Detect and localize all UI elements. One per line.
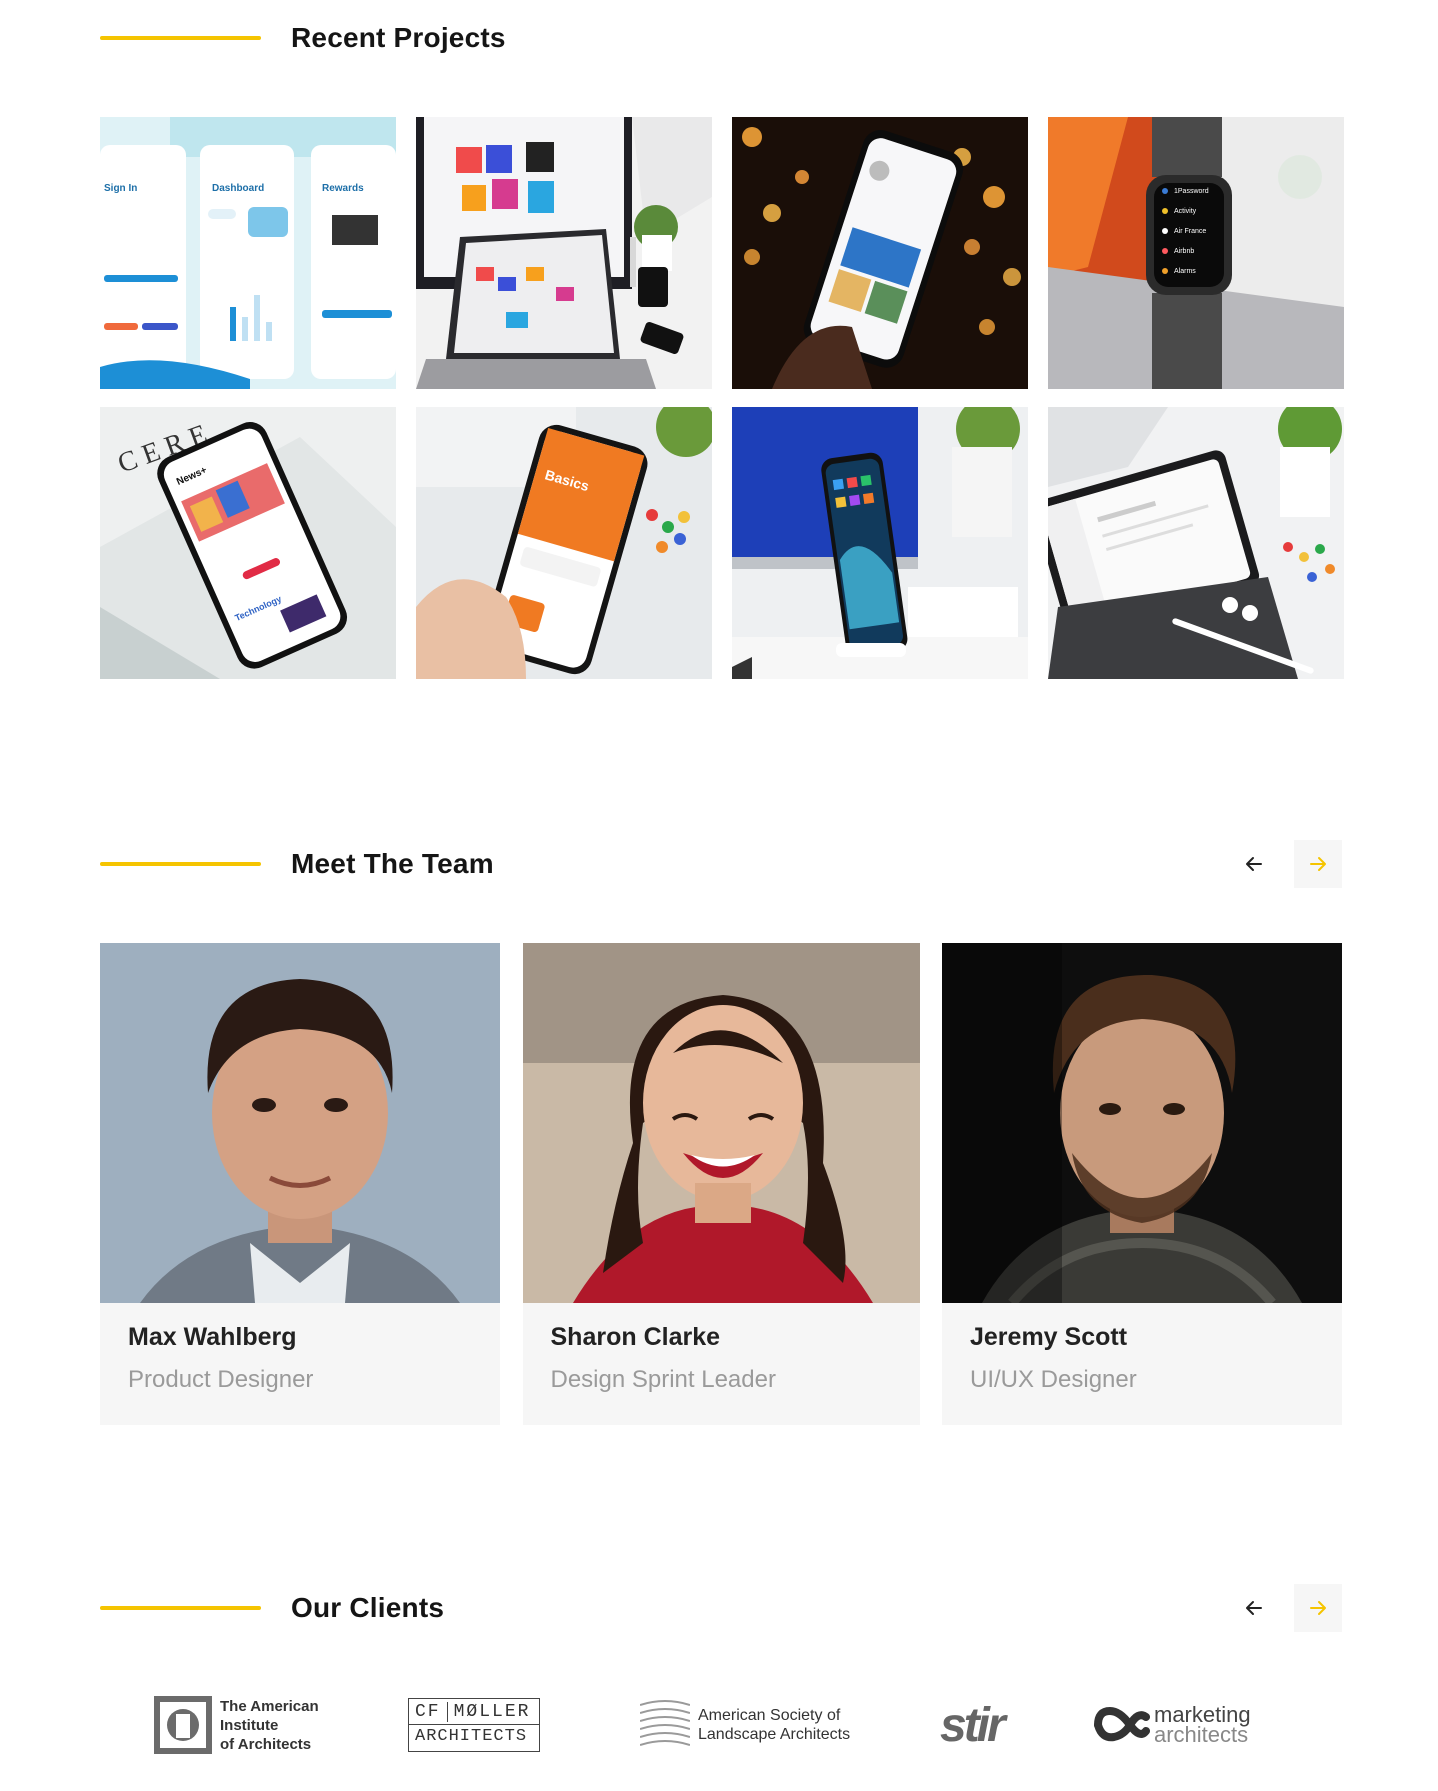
project-image: Basics [416,407,712,679]
team-photo [100,943,500,1303]
logo-text: stir [940,1698,1006,1752]
project-image [416,117,712,389]
projects-grid: Sign In Dashboard Rewards 1Password Acti… [100,117,1344,679]
arrow-left-icon [1246,1601,1262,1615]
infinity-emblem-icon [1094,1706,1150,1742]
client-logos: The American Institute of Architects CF … [100,1690,1342,1760]
next-button[interactable] [1294,840,1342,888]
logo-text: of Architects [220,1735,312,1753]
watch-item: Activity [1174,208,1197,215]
section-title: Recent Projects [291,22,506,53]
accent-rule [100,36,261,40]
screen-label: Dashboard [212,183,264,194]
project-image: Sign In Dashboard Rewards [100,117,396,389]
client-logo-cfmoller[interactable]: CF MØLLER ARCHITECTS [408,1690,542,1760]
logo-text: CF [409,1701,448,1722]
watch-item: Alarms [1174,268,1196,275]
arrow-left-icon [1246,857,1262,871]
project-tile[interactable]: C E R E News+ Technology [100,407,396,679]
accent-rule [100,862,261,866]
logo-text: Institute [220,1716,279,1734]
logo-text: architects [1154,1722,1249,1747]
accent-rule [100,1606,261,1610]
team-photo [942,943,1342,1303]
member-role: Design Sprint Leader [550,1366,776,1393]
team-card[interactable]: Jeremy Scott UI/UX Designer [942,943,1342,1425]
projects-header: Recent Projects [100,14,1342,62]
project-tile[interactable] [1048,407,1344,679]
logo-text: ARCHITECTS [415,1727,528,1746]
logo-text: The American [220,1697,319,1715]
project-image: 1Password Activity Air France Airbnb Ala… [1048,117,1344,389]
prev-button[interactable] [1230,1584,1278,1632]
prev-button[interactable] [1230,840,1278,888]
section-title: Meet The Team [291,848,494,879]
project-tile[interactable] [416,117,712,389]
member-name: Max Wahlberg [128,1323,297,1351]
project-tile[interactable]: 1Password Activity Air France Airbnb Ala… [1048,117,1344,389]
client-logo-asla[interactable]: American Society of Landscape Architects [640,1690,860,1760]
project-tile[interactable] [732,407,1028,679]
project-image: C E R E News+ Technology [100,407,396,679]
logo-text: Landscape Architects [698,1726,851,1743]
logo-text: MØLLER [453,1701,531,1722]
watch-item: Air France [1174,228,1206,235]
clients-carousel-controls [1230,1584,1342,1632]
team-photo [522,943,920,1303]
aia-emblem-icon [154,1696,212,1754]
project-image [1048,407,1344,679]
client-logo-stir[interactable]: stir [940,1690,1020,1760]
screen-label: Sign In [104,183,137,194]
next-button[interactable] [1294,1584,1342,1632]
asla-emblem-icon [640,1700,690,1746]
member-name: Sharon Clarke [550,1323,721,1351]
arrow-right-icon [1310,857,1326,871]
logo-text: American Society of [698,1707,841,1724]
client-logo-marketing-architects[interactable]: marketing architects [1090,1690,1280,1760]
project-image [732,407,1028,679]
project-tile[interactable]: Basics [416,407,712,679]
member-name: Jeremy Scott [970,1323,1128,1351]
project-tile[interactable] [732,117,1028,389]
team-card[interactable]: Max Wahlberg Product Designer [100,943,500,1425]
project-image [732,117,1028,389]
screen-label: Rewards [322,183,364,194]
member-role: UI/UX Designer [970,1366,1137,1393]
team-carousel-controls [1230,840,1342,888]
member-role: Product Designer [128,1366,314,1393]
team-cards: Max Wahlberg Product Designer Sharon Cla… [100,943,1342,1425]
watch-item: 1Password [1174,188,1209,195]
section-title: Our Clients [291,1592,445,1623]
team-header: Meet The Team [100,840,1342,888]
client-logo-aia[interactable]: The American Institute of Architects [154,1690,334,1760]
team-card[interactable]: Sharon Clarke Design Sprint Leader [522,943,920,1425]
project-tile[interactable]: Sign In Dashboard Rewards [100,117,396,389]
arrow-right-icon [1310,1601,1326,1615]
watch-item: Airbnb [1174,248,1194,255]
clients-header: Our Clients [100,1584,1342,1632]
